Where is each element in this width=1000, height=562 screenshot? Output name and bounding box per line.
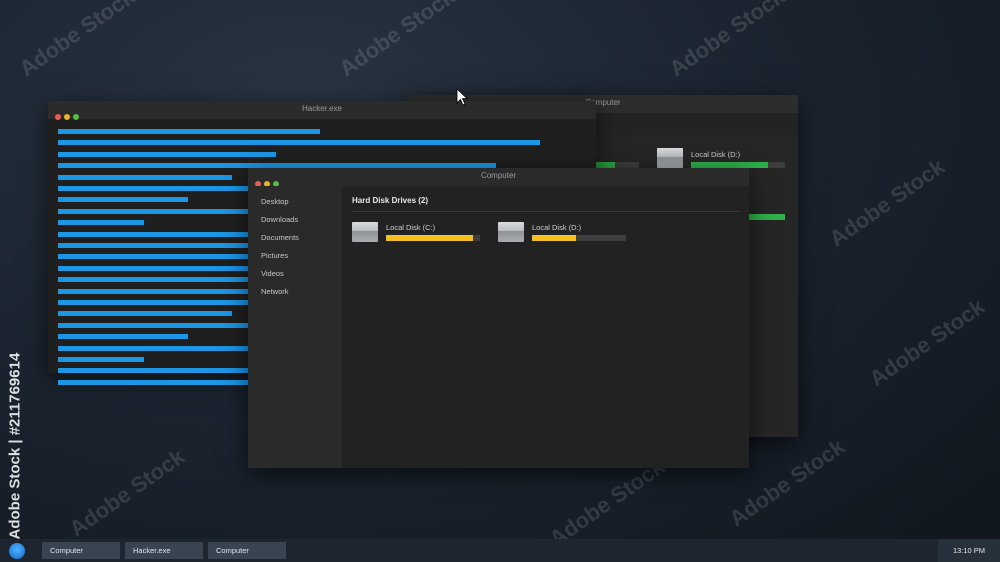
code-line: [58, 151, 276, 157]
watermark-text: Adobe Stock: [824, 153, 950, 252]
window-titlebar[interactable]: Hacker.exe: [48, 101, 596, 120]
stock-id-text: Adobe Stock | #211769614: [6, 352, 24, 540]
hard-disk-icon: [657, 148, 683, 168]
code-line: [58, 311, 232, 317]
minimize-button[interactable]: [64, 114, 70, 120]
taskbar-item-computer[interactable]: Computer: [42, 542, 120, 559]
hard-disk-icon: [352, 222, 378, 242]
code-line: [58, 140, 540, 146]
window-titlebar[interactable]: Computer: [248, 168, 749, 187]
stock-id-watermark: Adobe Stock | #211769614: [2, 330, 24, 540]
sidebar-item-desktop[interactable]: Desktop: [261, 197, 289, 206]
taskbar-item-computer[interactable]: Computer: [208, 542, 286, 559]
disk-usage-fill: [386, 235, 474, 241]
hard-disk-icon: [498, 222, 524, 242]
sidebar: Desktop Downloads Documents Pictures Vid…: [248, 186, 342, 468]
disk-usage-bar: [386, 235, 480, 241]
code-line: [58, 174, 232, 180]
window-title: Hacker.exe: [301, 104, 343, 113]
watermark-text: Adobe Stock: [334, 0, 460, 82]
sidebar-item-network[interactable]: Network: [261, 287, 289, 296]
maximize-button[interactable]: [73, 114, 79, 120]
disk-usage-fill: [532, 235, 577, 241]
watermark-text: Adobe Stock: [864, 293, 990, 392]
computer-window[interactable]: Computer Desktop Downloads Documents Pic…: [248, 168, 749, 468]
clock: 13:10 PM: [938, 539, 1000, 562]
sidebar-item-downloads[interactable]: Downloads: [261, 215, 298, 224]
close-button[interactable]: [55, 114, 61, 120]
disk-usage-bar: [532, 235, 626, 241]
watermark-text: Adobe Stock: [14, 0, 140, 82]
start-button[interactable]: [9, 543, 25, 559]
sidebar-item-pictures[interactable]: Pictures: [261, 251, 288, 260]
code-line: [58, 334, 188, 340]
sidebar-item-videos[interactable]: Videos: [261, 269, 284, 278]
disk-label[interactable]: Local Disk (D:): [691, 150, 740, 159]
taskbar-item-hacker[interactable]: Hacker.exe: [125, 542, 203, 559]
mouse-cursor-icon: [456, 88, 468, 106]
watermark-text: Adobe Stock: [544, 453, 670, 552]
watermark-text: Adobe Stock: [664, 0, 790, 82]
divider: [352, 211, 739, 212]
code-line: [58, 129, 320, 134]
code-line: [58, 197, 188, 203]
sidebar-item-documents[interactable]: Documents: [261, 233, 299, 242]
code-line: [58, 357, 144, 362]
window-title: Computer: [480, 171, 517, 180]
disk-label: Local Disk (C:): [386, 223, 436, 232]
watermark-text: Adobe Stock: [64, 443, 190, 542]
code-line: [58, 220, 144, 226]
disk-label: Local Disk (D:): [532, 223, 582, 232]
taskbar: Computer Hacker.exe Computer 13:10 PM: [0, 539, 1000, 562]
disk-usage-fill: [748, 214, 785, 220]
section-title: Hard Disk Drives (2): [352, 196, 429, 205]
